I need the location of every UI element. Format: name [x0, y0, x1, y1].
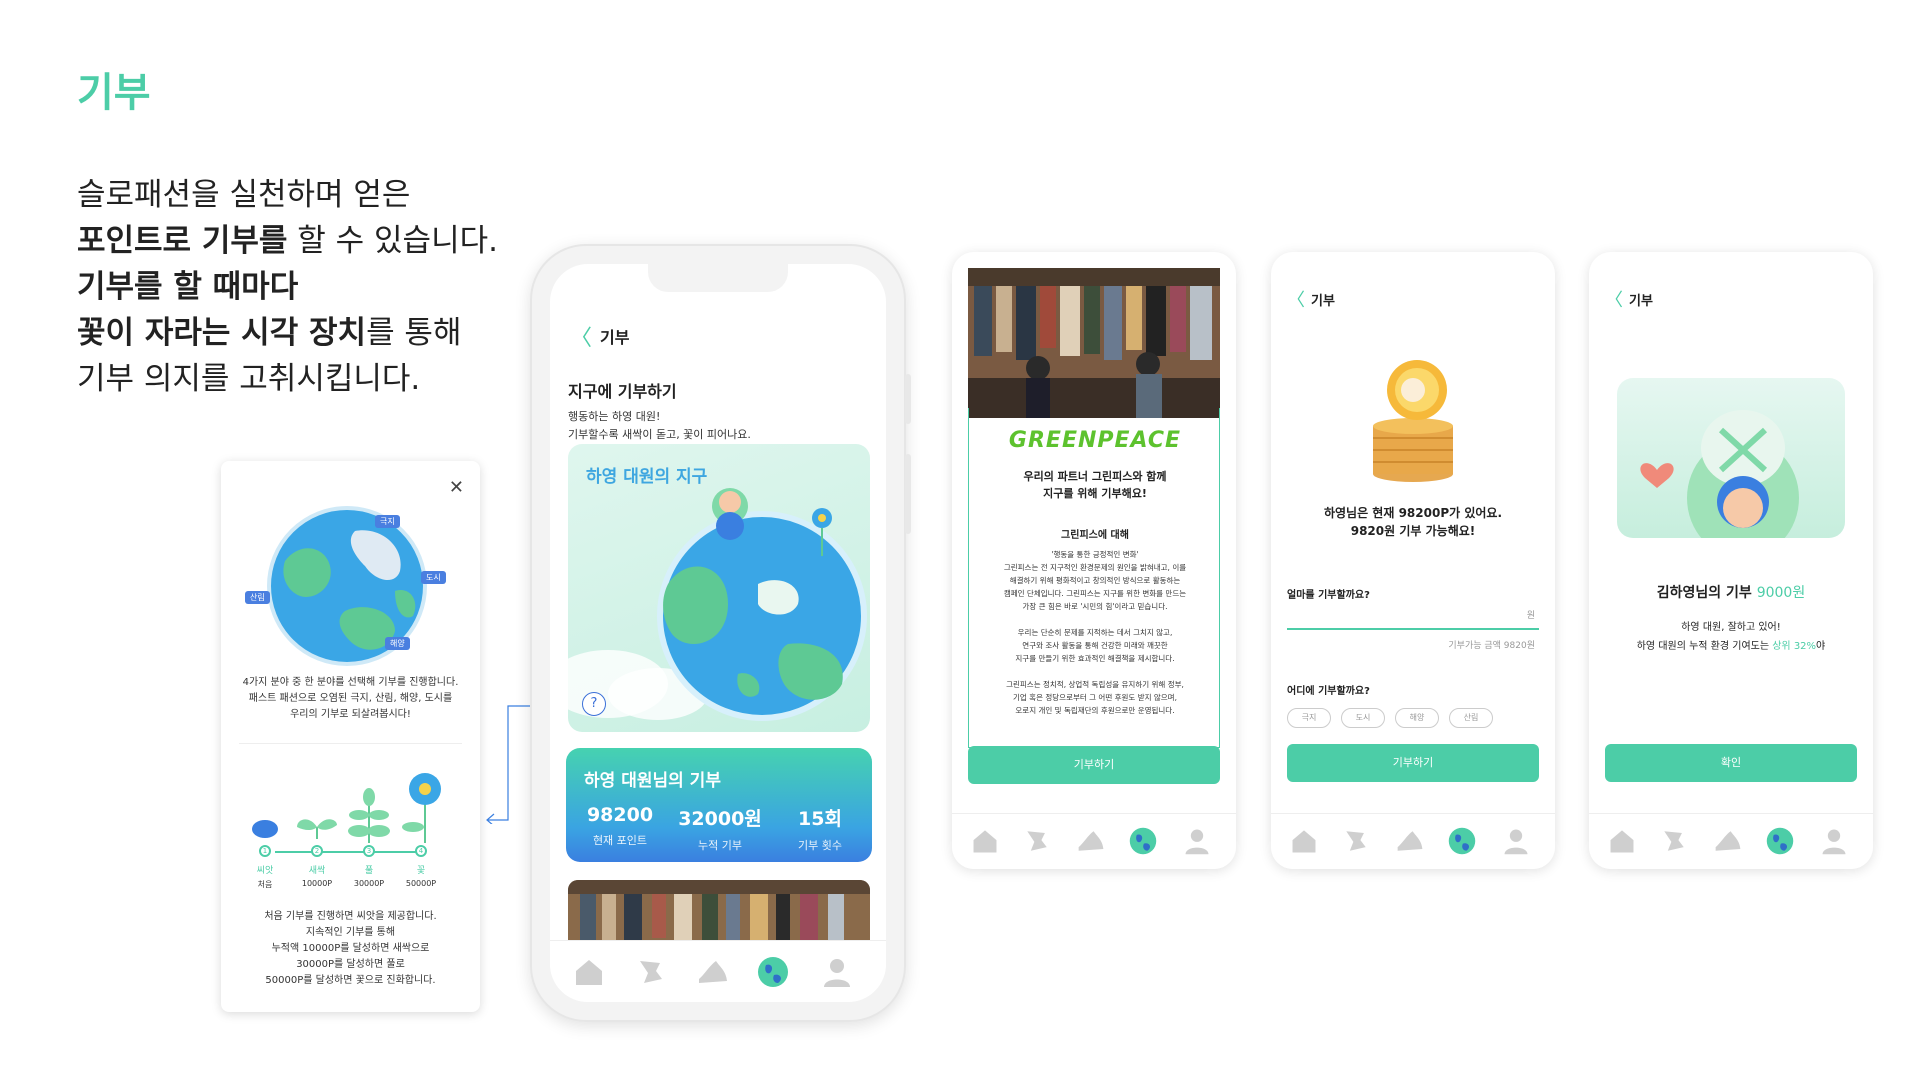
greenpeace-paragraph-2: 우리는 단순히 문제를 지적하는 데서 그치지 않고, 연구와 조사 활동을 통해…: [1015, 628, 1175, 663]
home-icon[interactable]: [572, 955, 606, 989]
greenpeace-screen: GREENPEACE 우리의 파트너 그린피스와 함께 지구를 위해 기부해요! …: [952, 252, 1236, 869]
seed-icon: [252, 820, 278, 838]
field-question: 어디에 기부할까요?: [1287, 686, 1370, 697]
phone-mockup: 〈 기부 지구에 기부하기 행동하는 하영 대원! 기부할수록 새싹이 돋고, 꽃…: [530, 244, 911, 1022]
shoe-icon[interactable]: [1713, 826, 1743, 856]
available-points-info: 하영님은 현재 98200P가 있어요. 9820원 기부 가능해요!: [1323, 506, 1503, 538]
stage-description: 처음 기부를 진행하면 씨앗을 제공합니다. 지속적인 기부를 통해 누적액 100…: [264, 911, 437, 986]
chip-forest[interactable]: 산림: [1449, 708, 1493, 728]
shoe-icon[interactable]: [1395, 826, 1425, 856]
header-title: 기부: [1629, 294, 1653, 309]
tag-ocean: 해양: [385, 637, 410, 650]
earth-illustration: [568, 488, 867, 721]
greenpeace-info: GREENPEACE 우리의 파트너 그린피스와 함께 지구를 위해 기부해요! …: [968, 408, 1220, 748]
chip-polar[interactable]: 극지: [1287, 708, 1331, 728]
home-icon[interactable]: [1607, 826, 1637, 856]
chip-ocean[interactable]: 해양: [1395, 708, 1439, 728]
tab-bar: [952, 813, 1236, 869]
section-subtitle: 행동하는 하영 대원! 기부할수록 새싹이 돋고, 꽃이 피어나요.: [568, 410, 751, 441]
earth-card[interactable]: 하영 대원의 지구 ?: [568, 444, 870, 732]
tab-bar: [1589, 813, 1873, 869]
back-icon[interactable]: 〈: [1287, 286, 1305, 312]
stats-heading: 하영 대원님의 기부: [584, 771, 721, 791]
chip-city[interactable]: 도시: [1341, 708, 1385, 728]
character-card: [1617, 378, 1845, 538]
amount-input[interactable]: [1287, 628, 1539, 630]
intro-line-2: 포인트로 기부를 할 수 있습니다.: [77, 223, 498, 259]
donation-stats-card: 하영 대원님의 기부 98200 현재 포인트 32000원 누적 기부 15회…: [566, 748, 872, 862]
header-title: 기부: [600, 328, 630, 347]
greenpeace-about-heading: 그린피스에 대해: [1061, 530, 1129, 541]
available-amount-note: 기부가능 금액 9820원: [1448, 641, 1535, 651]
stat-current-points: 98200 현재 포인트: [586, 804, 654, 847]
phone-button: [905, 374, 911, 424]
donate-button[interactable]: 기부하기: [1287, 744, 1539, 782]
phone-button: [905, 454, 911, 534]
shoe-icon[interactable]: [1076, 826, 1106, 856]
tab-bar: [1271, 813, 1555, 869]
donation-home-screen: 〈 기부 지구에 기부하기 행동하는 하영 대원! 기부할수록 새싹이 돋고, 꽃…: [550, 264, 886, 1002]
grass-icon: [348, 788, 390, 843]
earth-icon[interactable]: [756, 955, 790, 989]
earth-icon[interactable]: [1447, 826, 1477, 856]
profile-icon[interactable]: [1501, 826, 1531, 856]
hanger-icon[interactable]: [634, 955, 668, 989]
help-button[interactable]: ?: [582, 692, 606, 716]
tag-forest: 산림: [245, 591, 270, 604]
phone-notch: [648, 264, 788, 292]
profile-icon[interactable]: [1182, 826, 1212, 856]
intro-line-3: 기부를 할 때마다: [77, 269, 299, 305]
modal-description: 4가지 분야 중 한 분야를 선택해 기부를 진행합니다. 패스트 패션으로 오염…: [242, 677, 459, 720]
globe-illustration: 극지 도시 산림 해양: [245, 501, 455, 671]
donation-complete-screen: 〈 기부 김하영님의 기부 9000원 하영 대원, 잘하고 있어! 하영 대원…: [1589, 252, 1873, 869]
section-title: 지구에 기부하기: [568, 382, 677, 401]
hanger-icon[interactable]: [1341, 826, 1371, 856]
tag-city: 도시: [421, 571, 446, 584]
profile-icon[interactable]: [820, 955, 854, 989]
divider: [239, 743, 462, 744]
greenpeace-title: 우리의 파트너 그린피스와 함께 지구를 위해 기부해요!: [1023, 470, 1167, 500]
tab-bar: [550, 940, 886, 1002]
back-icon[interactable]: 〈: [570, 320, 592, 352]
earth-icon[interactable]: [1128, 826, 1158, 856]
field-info-modal: ✕ 극지 도시 산림 해양 4가지 분야 중 한 분야를 선택해 기부를 진행합…: [221, 461, 480, 1012]
back-icon[interactable]: 〈: [1605, 286, 1623, 312]
close-icon[interactable]: ✕: [449, 477, 464, 498]
stage-progress-line: [275, 851, 425, 853]
flower-icon: [402, 773, 441, 843]
profile-icon[interactable]: [1819, 826, 1849, 856]
amount-unit: 원: [1526, 611, 1535, 621]
hanger-icon[interactable]: [1659, 826, 1689, 856]
clothes-store-photo: [968, 268, 1220, 418]
donation-result-title: 김하영님의 기부 9000원: [1656, 585, 1806, 601]
intro-line-4: 꽃이 자라는 시각 장치를 통해: [77, 315, 462, 351]
amount-question: 얼마를 기부할까요?: [1287, 590, 1370, 601]
earth-icon[interactable]: [1765, 826, 1795, 856]
tag-polar: 극지: [375, 515, 400, 528]
page-title: 기부: [77, 70, 151, 116]
header-title: 기부: [1311, 294, 1335, 309]
home-icon[interactable]: [970, 826, 1000, 856]
greenpeace-paragraph-3: 그린피스는 정치적, 상업적 독립성을 유지하기 위해 정부, 기업 혹은 정당으…: [1006, 680, 1184, 715]
stat-total-donated: 32000원 누적 기부: [678, 808, 762, 852]
intro-line-1: 슬로패션을 실천하며 얻은: [77, 177, 411, 213]
greenpeace-logo: GREENPEACE: [1008, 428, 1182, 453]
hanger-icon[interactable]: [1022, 826, 1052, 856]
growth-stages: 1 씨앗 처음 2 새싹 10000P 3 풀 30000P 4 꽃 50000…: [233, 751, 468, 891]
shoe-icon[interactable]: [696, 955, 730, 989]
donation-result-message: 하영 대원, 잘하고 있어! 하영 대원의 누적 환경 기여도는 상위 32%야: [1636, 622, 1826, 652]
home-icon[interactable]: [1289, 826, 1319, 856]
stat-donation-count: 15회 기부 횟수: [798, 808, 842, 852]
intro-line-5: 기부 의지를 고취시킵니다.: [77, 361, 421, 397]
confirm-button[interactable]: 확인: [1605, 744, 1857, 782]
intro-text: 슬로패션을 실천하며 얻은 포인트로 기부를 할 수 있습니다. 기부를 할 때…: [77, 172, 498, 402]
donate-button[interactable]: 기부하기: [968, 746, 1220, 784]
donation-amount-screen: 〈 기부 하영님은 현재 98200P가 있어요. 9820원 기부 가능해요! …: [1271, 252, 1555, 869]
greenpeace-paragraph-1: '행동을 통한 긍정적인 변화' 그린피스는 전 지구적인 환경문제의 원인을 밝…: [1003, 550, 1187, 611]
sprout-icon: [297, 819, 337, 839]
coin-stack-illustration: [1373, 360, 1453, 482]
